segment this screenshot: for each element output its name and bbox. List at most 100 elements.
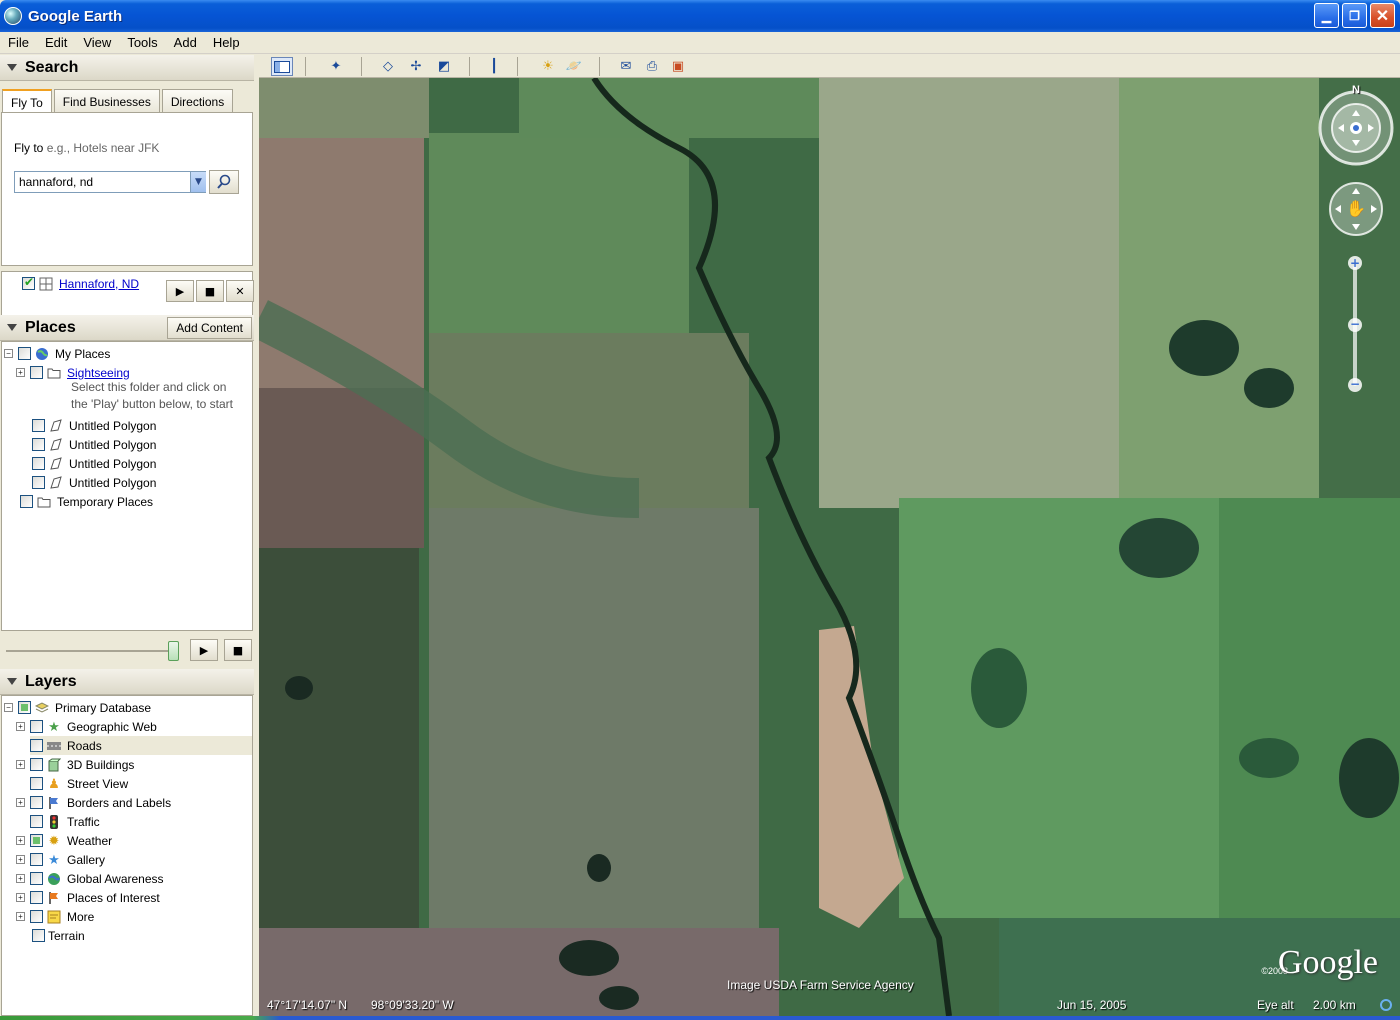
- checkbox[interactable]: [20, 495, 33, 508]
- stop-button[interactable]: ■: [196, 280, 224, 302]
- result-item[interactable]: Hannaford, ND: [8, 274, 139, 293]
- layer-geographic-web[interactable]: + ★ Geographic Web: [16, 717, 157, 736]
- tree-item-polygon[interactable]: Untitled Polygon: [32, 454, 156, 473]
- zoom-out-button[interactable]: −: [1348, 378, 1362, 392]
- layer-traffic[interactable]: Traffic: [30, 812, 100, 831]
- checkbox[interactable]: [30, 758, 43, 771]
- add-polygon-button[interactable]: ◇: [377, 57, 399, 76]
- expand-icon[interactable]: +: [16, 855, 25, 864]
- email-button[interactable]: ✉: [615, 57, 637, 76]
- move-joystick[interactable]: ✋: [1327, 180, 1385, 238]
- layer-more[interactable]: + More: [16, 907, 94, 926]
- zoom-slider[interactable]: + − −: [1348, 256, 1362, 396]
- checkbox[interactable]: [30, 796, 43, 809]
- tree-item-my-places[interactable]: − My Places: [4, 344, 110, 363]
- layer-street-view[interactable]: ♟ Street View: [30, 774, 128, 793]
- layer-roads[interactable]: Roads: [30, 736, 252, 755]
- layer-global-awareness[interactable]: + Global Awareness: [16, 869, 164, 888]
- clear-button[interactable]: ✕: [226, 280, 254, 302]
- menu-view[interactable]: View: [75, 35, 119, 50]
- expand-icon[interactable]: +: [16, 798, 25, 807]
- tree-item-label[interactable]: Sightseeing: [67, 366, 130, 380]
- places-panel-header[interactable]: Places Add Content: [0, 315, 254, 341]
- play-button[interactable]: ▶: [166, 280, 194, 302]
- menu-tools[interactable]: Tools: [119, 35, 165, 50]
- checkbox[interactable]: [30, 853, 43, 866]
- add-image-overlay-button[interactable]: ◩: [433, 57, 455, 76]
- layer-borders-labels[interactable]: + Borders and Labels: [16, 793, 171, 812]
- maximize-button[interactable]: ❐: [1342, 3, 1367, 28]
- collapse-icon[interactable]: −: [4, 349, 13, 358]
- print-button[interactable]: ⎙: [641, 57, 663, 76]
- menu-file[interactable]: File: [0, 35, 37, 50]
- minimize-button[interactable]: ▁: [1314, 3, 1339, 28]
- layer-label: Global Awareness: [67, 871, 164, 886]
- expand-icon[interactable]: +: [16, 368, 25, 377]
- expand-icon[interactable]: +: [16, 760, 25, 769]
- checkbox[interactable]: [32, 419, 45, 432]
- result-link[interactable]: Hannaford, ND: [59, 277, 139, 291]
- expand-icon[interactable]: +: [16, 836, 25, 845]
- layer-gallery[interactable]: + ★ Gallery: [16, 850, 105, 869]
- tree-item-polygon[interactable]: Untitled Polygon: [32, 435, 156, 454]
- result-checkbox[interactable]: [22, 275, 35, 290]
- layers-panel-header[interactable]: Layers: [0, 669, 254, 695]
- tab-find-businesses[interactable]: Find Businesses: [53, 89, 160, 113]
- checkbox[interactable]: [32, 476, 45, 489]
- checkbox[interactable]: [18, 347, 31, 360]
- close-button[interactable]: ✕: [1370, 3, 1395, 28]
- checkbox[interactable]: [32, 457, 45, 470]
- expand-icon[interactable]: +: [16, 893, 25, 902]
- search-panel-header[interactable]: Search: [0, 55, 254, 81]
- add-path-button[interactable]: ✢: [405, 57, 427, 76]
- checkbox[interactable]: [30, 739, 43, 752]
- expand-icon[interactable]: +: [16, 874, 25, 883]
- layer-primary-database[interactable]: − Primary Database: [4, 698, 151, 717]
- search-button[interactable]: [209, 170, 239, 194]
- checkbox[interactable]: [18, 701, 31, 714]
- checkbox[interactable]: [30, 910, 43, 923]
- play-button[interactable]: ▶: [190, 639, 218, 661]
- tour-speed-slider[interactable]: [168, 641, 179, 661]
- view-in-google-maps-button[interactable]: ▣: [667, 57, 689, 76]
- expand-icon[interactable]: +: [16, 912, 25, 921]
- ruler-button[interactable]: ┃: [483, 57, 505, 76]
- add-placemark-button[interactable]: ✦: [325, 57, 347, 76]
- tab-directions[interactable]: Directions: [161, 89, 234, 113]
- tree-item-polygon[interactable]: Untitled Polygon: [32, 473, 156, 492]
- compass-north[interactable]: N: [1350, 84, 1362, 98]
- switch-to-sky-button[interactable]: 🪐: [563, 57, 585, 76]
- checkbox[interactable]: [30, 815, 43, 828]
- checkbox[interactable]: [30, 872, 43, 885]
- sunlight-button[interactable]: ☀: [537, 57, 559, 76]
- layer-3d-buildings[interactable]: + 3D Buildings: [16, 755, 134, 774]
- layer-weather[interactable]: + ✹ Weather: [16, 831, 112, 850]
- toggle-sidebar-button[interactable]: [271, 57, 293, 76]
- checkbox[interactable]: [30, 777, 43, 790]
- checkbox[interactable]: [30, 834, 43, 847]
- zoom-in-button[interactable]: +: [1348, 256, 1362, 270]
- menu-help[interactable]: Help: [205, 35, 248, 50]
- tab-fly-to[interactable]: Fly To: [2, 89, 52, 114]
- expand-icon[interactable]: +: [16, 722, 25, 731]
- collapse-icon[interactable]: −: [4, 703, 13, 712]
- add-content-button[interactable]: Add Content: [167, 317, 252, 339]
- menu-edit[interactable]: Edit: [37, 35, 75, 50]
- tree-item-polygon[interactable]: Untitled Polygon: [32, 416, 156, 435]
- minimize-icon: ▁: [1321, 8, 1332, 23]
- stop-button[interactable]: ■: [224, 639, 252, 661]
- search-input[interactable]: hannaford, nd: [14, 171, 206, 193]
- search-history-dropdown[interactable]: ▼: [190, 172, 206, 192]
- checkbox[interactable]: [30, 366, 43, 379]
- layer-places-of-interest[interactable]: + Places of Interest: [16, 888, 160, 907]
- zoom-slider-thumb[interactable]: −: [1348, 318, 1362, 332]
- checkbox[interactable]: [32, 438, 45, 451]
- map-view[interactable]: N ✋ + − − Image USDA Farm Service Agency…: [259, 78, 1400, 1016]
- checkbox[interactable]: [32, 929, 45, 942]
- menu-add[interactable]: Add: [166, 35, 205, 50]
- tree-item-temporary-places[interactable]: Temporary Places: [20, 492, 153, 511]
- checkbox[interactable]: [30, 720, 43, 733]
- satellite-imagery[interactable]: [259, 78, 1400, 1016]
- layer-terrain[interactable]: Terrain: [32, 926, 85, 945]
- checkbox[interactable]: [30, 891, 43, 904]
